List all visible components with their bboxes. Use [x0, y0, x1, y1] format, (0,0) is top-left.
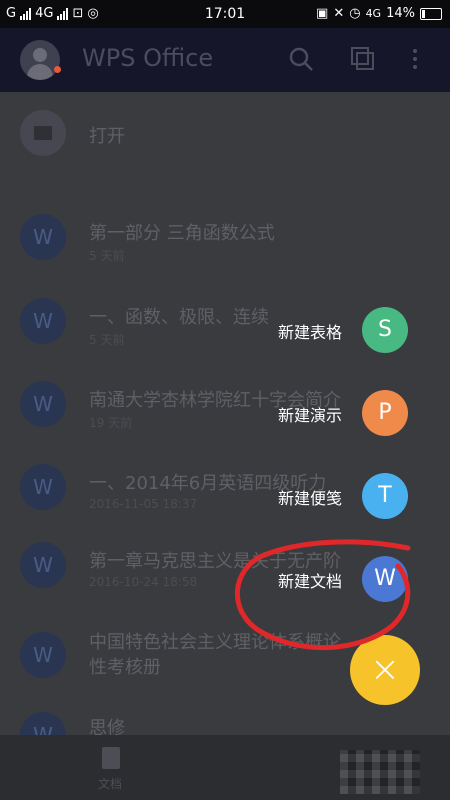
annotation-circle — [234, 539, 411, 651]
